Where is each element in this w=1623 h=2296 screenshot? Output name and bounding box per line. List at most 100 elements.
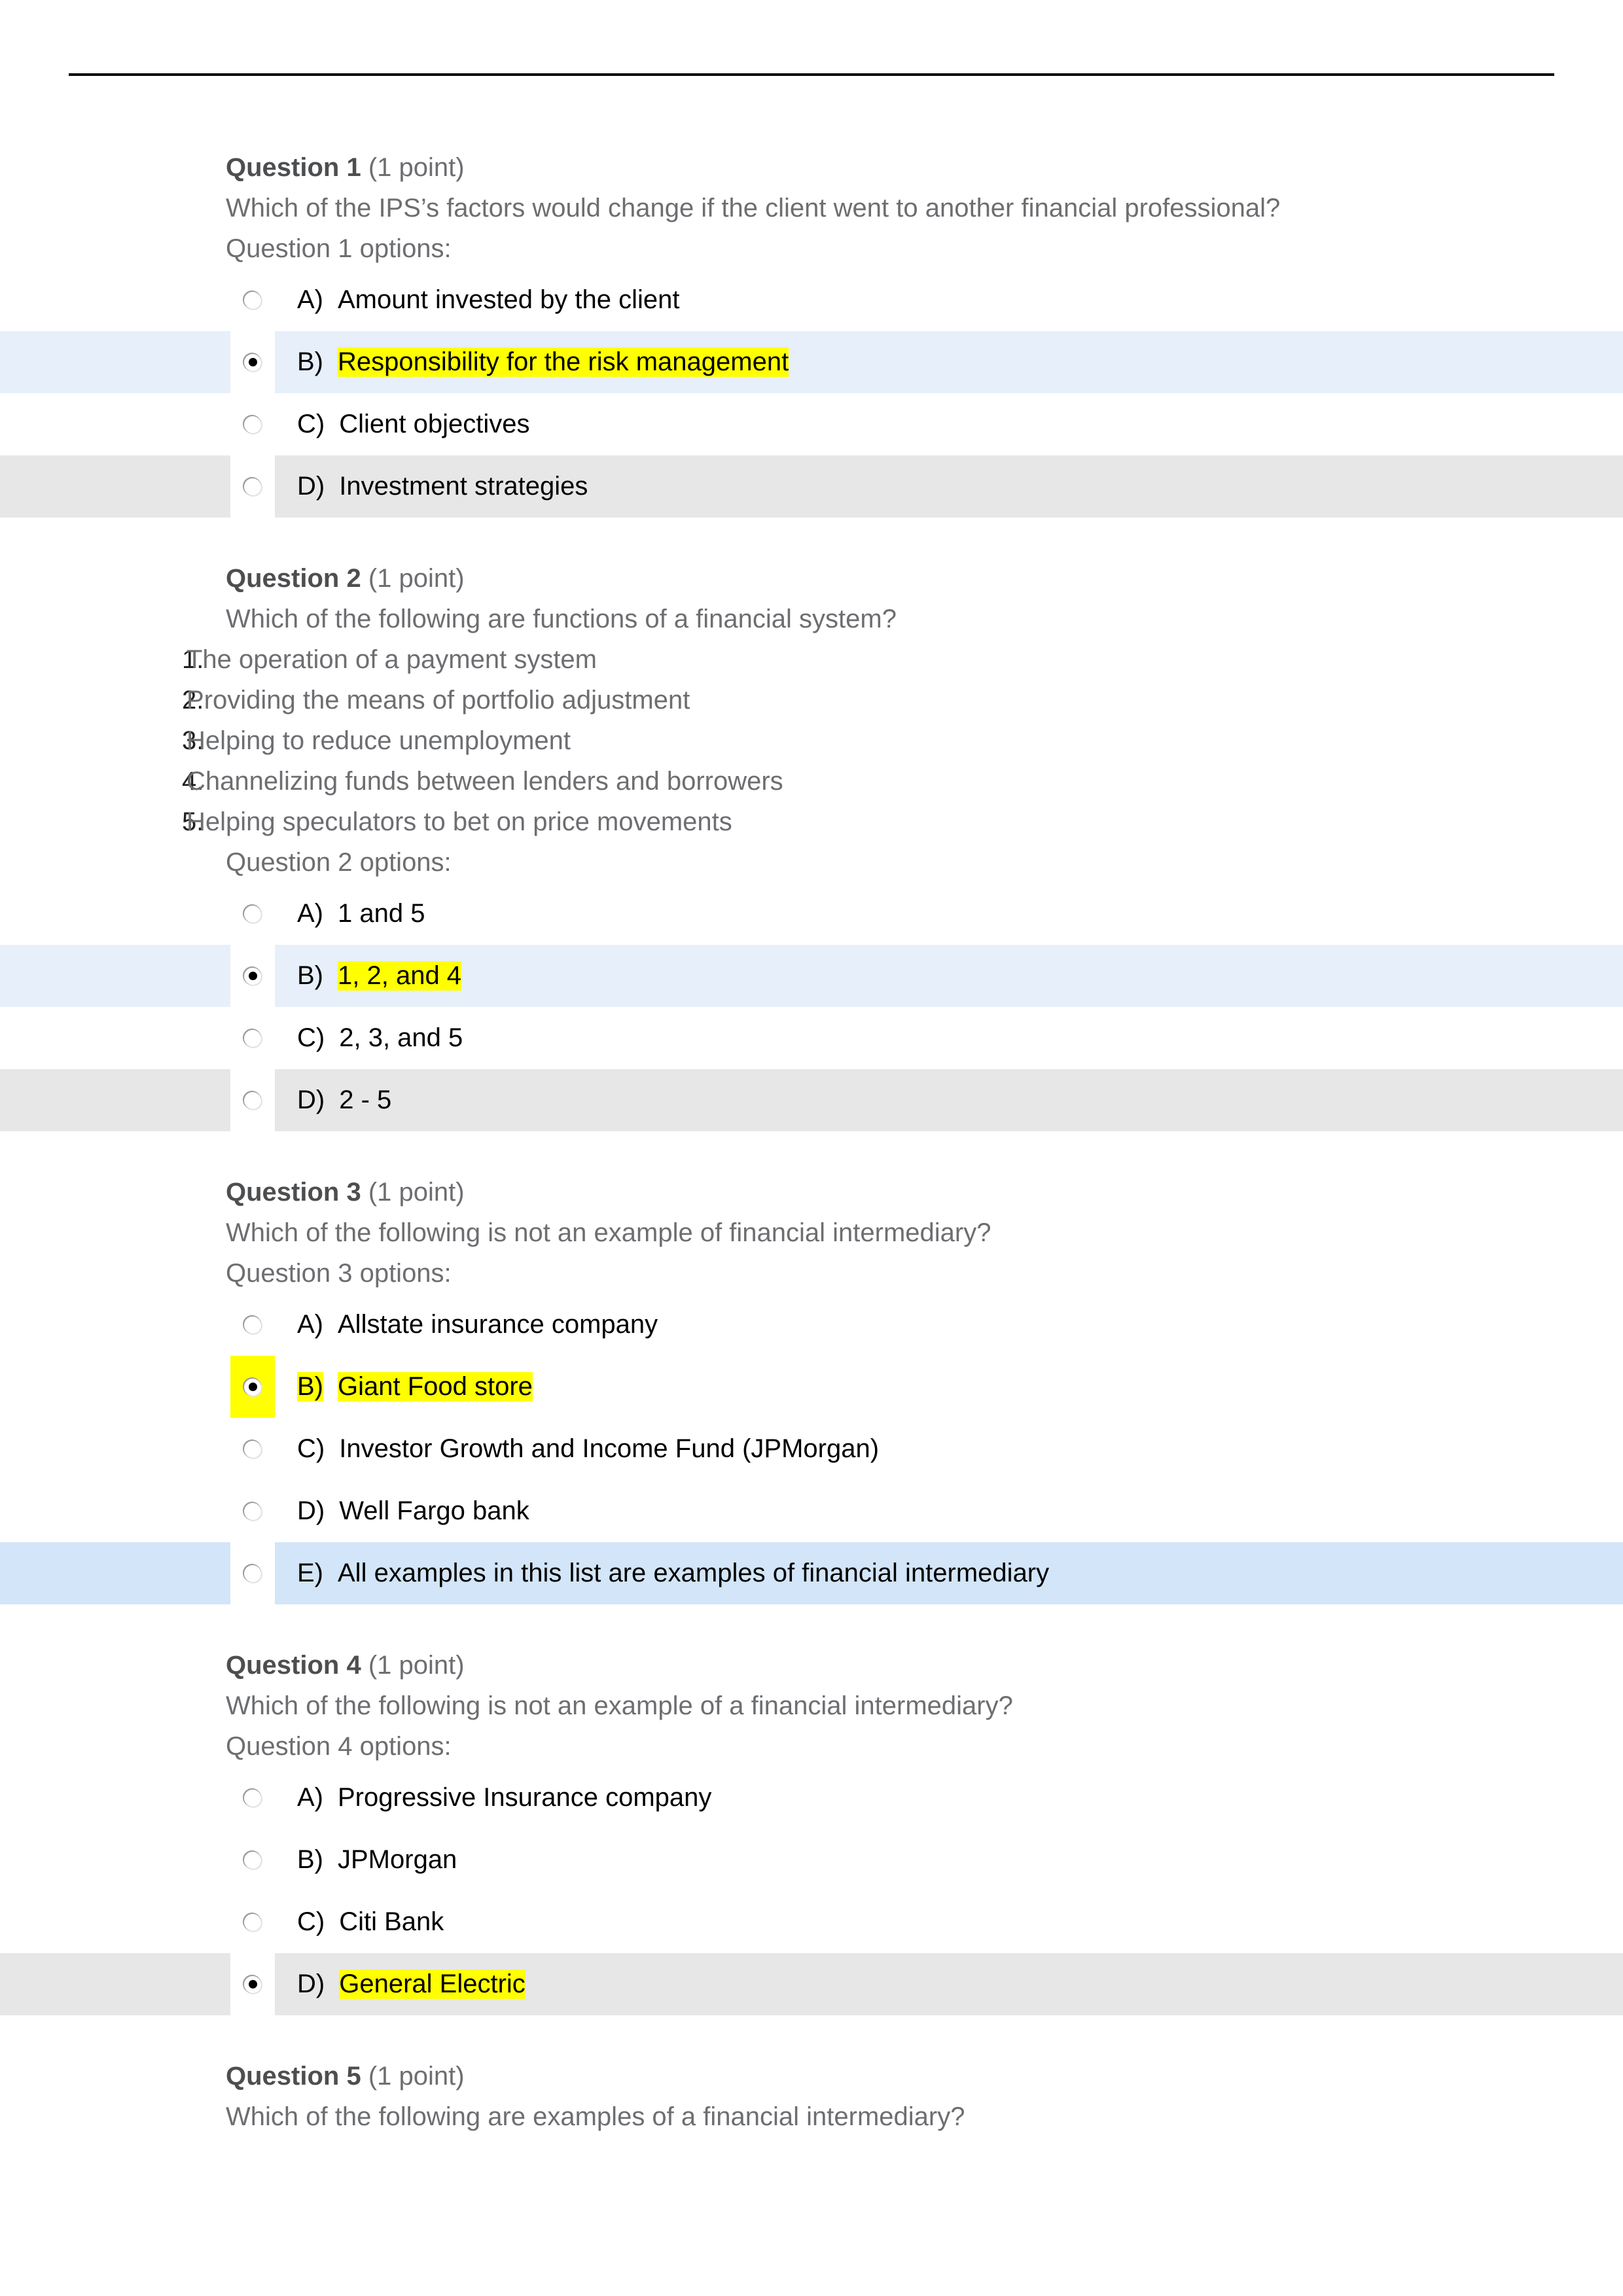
- question-title: Question 1 (1 point): [0, 147, 1623, 188]
- radio-cell[interactable]: [230, 455, 275, 518]
- answer-option-text: 1, 2, and 4: [338, 961, 462, 991]
- radio-button-unselected[interactable]: [244, 1091, 261, 1109]
- radio-cell[interactable]: [230, 1767, 275, 1829]
- answer-option-letter: A): [297, 1310, 323, 1339]
- radio-button-selected[interactable]: [244, 967, 261, 985]
- question-points: (1 point): [368, 1178, 465, 1207]
- question-points: (1 point): [368, 1651, 465, 1680]
- question-points: (1 point): [368, 564, 465, 593]
- answer-option-row[interactable]: D) General Electric: [0, 1953, 1623, 2015]
- radio-button-unselected[interactable]: [244, 1851, 261, 1869]
- answer-option-letter: B): [297, 1845, 323, 1874]
- answer-option-letter: A): [297, 899, 323, 928]
- numbered-stem-list: 1. The operation of a payment system 2. Pro…: [0, 639, 1623, 842]
- radio-button-unselected[interactable]: [244, 1316, 261, 1333]
- radio-button-unselected[interactable]: [244, 1913, 261, 1931]
- question-label: Question 1: [226, 153, 361, 182]
- radio-cell[interactable]: [230, 1480, 275, 1542]
- answer-option-row[interactable]: C) Investor Growth and Income Fund (JPMo…: [0, 1418, 1623, 1480]
- radio-button-selected[interactable]: [244, 353, 261, 371]
- answer-option-body[interactable]: D) 2 - 5: [275, 1069, 391, 1131]
- radio-cell[interactable]: [230, 1356, 275, 1418]
- numbered-stem-text: Providing the means of portfolio adjustm…: [187, 686, 690, 715]
- radio-cell[interactable]: [230, 269, 275, 331]
- radio-cell[interactable]: [230, 1069, 275, 1131]
- radio-button-unselected[interactable]: [244, 1789, 261, 1807]
- answer-option-row[interactable]: A) 1 and 5: [0, 883, 1623, 945]
- answer-option-body[interactable]: C) 2, 3, and 5: [275, 1007, 463, 1069]
- radio-button-unselected[interactable]: [244, 905, 261, 923]
- radio-button-unselected[interactable]: [244, 1502, 261, 1520]
- answer-option-body[interactable]: C) Client objectives: [275, 393, 529, 455]
- document-page: Question 1 (1 point) Which of the IPS’s f…: [0, 0, 1623, 2296]
- question-title: Question 5 (1 point): [0, 2056, 1623, 2096]
- answer-option-body[interactable]: C) Investor Growth and Income Fund (JPMo…: [275, 1418, 879, 1480]
- page-header-rule: [69, 73, 1554, 76]
- answer-option-body[interactable]: A) Amount invested by the client: [275, 269, 680, 331]
- radio-cell[interactable]: [230, 331, 275, 393]
- answer-option-body[interactable]: A) Progressive Insurance company: [275, 1767, 711, 1829]
- radio-button-selected[interactable]: [244, 1378, 261, 1396]
- radio-cell[interactable]: [230, 1953, 275, 2015]
- answer-option-text: JPMorgan: [338, 1845, 457, 1874]
- answer-option-letter: E): [297, 1559, 323, 1587]
- answer-option-row[interactable]: B) 1, 2, and 4: [0, 945, 1623, 1007]
- answer-option-text: Client objectives: [339, 410, 530, 438]
- radio-button-unselected[interactable]: [244, 1440, 261, 1458]
- radio-button-selected[interactable]: [244, 1975, 261, 1993]
- radio-button-unselected[interactable]: [244, 1029, 261, 1047]
- answer-option-row[interactable]: B) JPMorgan: [0, 1829, 1623, 1891]
- answer-option-text: Amount invested by the client: [338, 285, 680, 314]
- answer-option-row[interactable]: C) Citi Bank: [0, 1891, 1623, 1953]
- answer-option-body[interactable]: B) Giant Food store: [275, 1356, 533, 1418]
- radio-button-unselected[interactable]: [244, 1564, 261, 1582]
- answer-option-text: 2, 3, and 5: [339, 1023, 463, 1052]
- answer-option-row[interactable]: B) Responsibility for the risk management: [0, 331, 1623, 393]
- radio-button-unselected[interactable]: [244, 415, 261, 433]
- answer-option-body[interactable]: D) Investment strategies: [275, 455, 588, 518]
- radio-cell[interactable]: [230, 1418, 275, 1480]
- answer-option-letter: C): [297, 1434, 325, 1463]
- radio-cell[interactable]: [230, 1007, 275, 1069]
- radio-cell[interactable]: [230, 945, 275, 1007]
- radio-cell[interactable]: [230, 1891, 275, 1953]
- radio-button-unselected[interactable]: [244, 291, 261, 309]
- radio-cell[interactable]: [230, 1829, 275, 1891]
- answer-option-body[interactable]: B) Responsibility for the risk management: [275, 331, 789, 393]
- numbered-stem-text: The operation of a payment system: [187, 645, 597, 674]
- answer-option-body[interactable]: D) General Electric: [275, 1953, 526, 2015]
- answer-option-row[interactable]: D) Well Fargo bank: [0, 1480, 1623, 1542]
- answer-option-row[interactable]: E) All examples in this list are examples…: [0, 1542, 1623, 1604]
- answer-option-row[interactable]: D) Investment strategies: [0, 455, 1623, 518]
- radio-button-unselected[interactable]: [244, 478, 261, 495]
- question-options-label: Question 2 options:: [226, 848, 452, 877]
- answer-option-row[interactable]: A) Amount invested by the client: [0, 269, 1623, 331]
- answer-option-row[interactable]: A) Allstate insurance company: [0, 1294, 1623, 1356]
- answer-option-row[interactable]: D) 2 - 5: [0, 1069, 1623, 1131]
- answer-option-body[interactable]: C) Citi Bank: [275, 1891, 444, 1953]
- answer-option-letter: D): [297, 472, 325, 501]
- radio-cell[interactable]: [230, 393, 275, 455]
- answer-option-body[interactable]: A) 1 and 5: [275, 883, 425, 945]
- question-spacer: [0, 1131, 1623, 1172]
- answer-option-body[interactable]: D) Well Fargo bank: [275, 1480, 529, 1542]
- answer-option-row[interactable]: B) Giant Food store: [0, 1356, 1623, 1418]
- answer-option-text: Citi Bank: [339, 1907, 444, 1936]
- answer-option-row[interactable]: C) 2, 3, and 5: [0, 1007, 1623, 1069]
- answer-option-list: A) Amount invested by the client B) Respons…: [0, 269, 1623, 518]
- radio-cell[interactable]: [230, 1294, 275, 1356]
- answer-option-body[interactable]: B) 1, 2, and 4: [275, 945, 462, 1007]
- answer-option-body[interactable]: E) All examples in this list are examples…: [275, 1542, 1049, 1604]
- question-block: Question 4 (1 point) Which of the followi…: [0, 1645, 1623, 2056]
- answer-option-row[interactable]: A) Progressive Insurance company: [0, 1767, 1623, 1829]
- answer-option-list: A) Progressive Insurance company B) JPMorga…: [0, 1767, 1623, 2015]
- answer-option-row[interactable]: C) Client objectives: [0, 393, 1623, 455]
- answer-option-body[interactable]: A) Allstate insurance company: [275, 1294, 658, 1356]
- answer-option-text: Progressive Insurance company: [338, 1783, 712, 1812]
- question-stem: Which of the following are functions of …: [226, 605, 897, 633]
- radio-cell[interactable]: [230, 1542, 275, 1604]
- question-block: Question 5 (1 point) Which of the followi…: [0, 2056, 1623, 2178]
- radio-cell[interactable]: [230, 883, 275, 945]
- answer-option-body[interactable]: B) JPMorgan: [275, 1829, 457, 1891]
- answer-option-letter: B): [297, 1372, 323, 1402]
